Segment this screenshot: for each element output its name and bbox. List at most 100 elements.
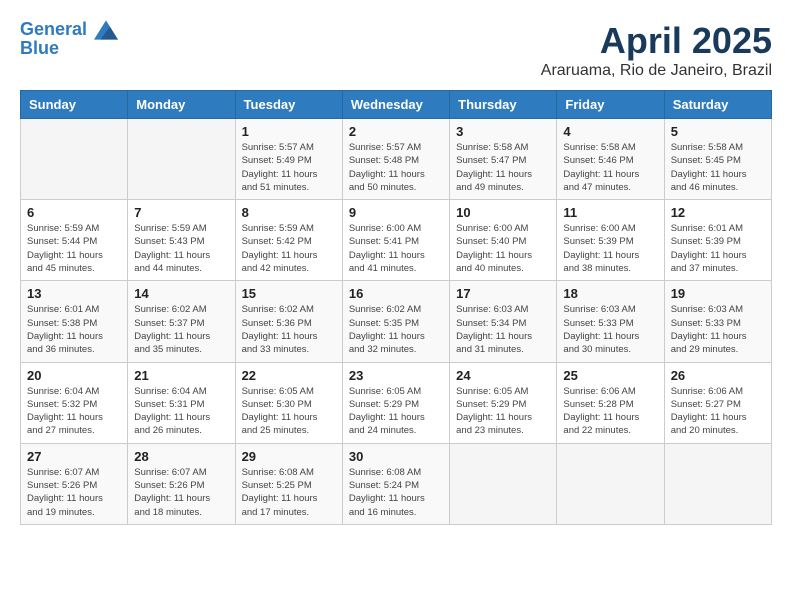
day-info: Sunrise: 6:04 AM Sunset: 5:32 PM Dayligh… — [27, 385, 121, 438]
calendar-cell: 16 Sunrise: 6:02 AM Sunset: 5:35 PM Dayli… — [342, 281, 449, 362]
day-info: Sunrise: 6:05 AM Sunset: 5:29 PM Dayligh… — [349, 385, 443, 438]
day-info: Sunrise: 5:59 AM Sunset: 5:42 PM Dayligh… — [242, 222, 336, 275]
calendar-cell: 13Sunrise: 6:01 AM Sunset: 5:38 PM Dayli… — [21, 281, 128, 362]
weekday-header-sunday: Sunday — [21, 91, 128, 119]
day-info: Sunrise: 6:03 AM Sunset: 5:33 PM Dayligh… — [671, 303, 765, 356]
calendar-cell: 14 Sunrise: 6:02 AM Sunset: 5:37 PM Dayli… — [128, 281, 235, 362]
day-number: 15 — [242, 286, 336, 301]
calendar-cell: 12 Sunrise: 6:01 AM Sunset: 5:39 PM Dayli… — [664, 200, 771, 281]
calendar-cell: 28 Sunrise: 6:07 AM Sunset: 5:26 PM Dayli… — [128, 443, 235, 524]
day-info: Sunrise: 6:05 AM Sunset: 5:30 PM Dayligh… — [242, 385, 336, 438]
day-info: Sunrise: 5:58 AM Sunset: 5:45 PM Dayligh… — [671, 141, 765, 194]
day-info: Sunrise: 5:59 AM Sunset: 5:43 PM Dayligh… — [134, 222, 228, 275]
calendar-cell: 2Sunrise: 5:57 AM Sunset: 5:48 PM Daylig… — [342, 119, 449, 200]
day-number: 1 — [242, 124, 336, 139]
weekday-header-saturday: Saturday — [664, 91, 771, 119]
day-number: 17 — [456, 286, 550, 301]
day-info: Sunrise: 6:01 AM Sunset: 5:38 PM Dayligh… — [27, 303, 121, 356]
calendar-cell: 1Sunrise: 5:57 AM Sunset: 5:49 PM Daylig… — [235, 119, 342, 200]
day-info: Sunrise: 6:03 AM Sunset: 5:34 PM Dayligh… — [456, 303, 550, 356]
title-area: April 2025 Araruama, Rio de Janeiro, Bra… — [541, 20, 772, 80]
day-number: 22 — [242, 368, 336, 383]
day-info: Sunrise: 6:07 AM Sunset: 5:26 PM Dayligh… — [134, 466, 228, 519]
day-info: Sunrise: 6:08 AM Sunset: 5:24 PM Dayligh… — [349, 466, 443, 519]
day-number: 27 — [27, 449, 121, 464]
weekday-header-friday: Friday — [557, 91, 664, 119]
calendar-cell: 20 Sunrise: 6:04 AM Sunset: 5:32 PM Dayli… — [21, 362, 128, 443]
day-number: 11 — [563, 205, 657, 220]
calendar-cell: 30Sunrise: 6:08 AM Sunset: 5:24 PM Dayli… — [342, 443, 449, 524]
calendar-header-row: SundayMondayTuesdayWednesdayThursdayFrid… — [21, 91, 772, 119]
calendar-cell — [128, 119, 235, 200]
calendar-cell — [21, 119, 128, 200]
day-number: 4 — [563, 124, 657, 139]
weekday-header-monday: Monday — [128, 91, 235, 119]
logo: General Blue — [20, 20, 118, 59]
calendar-cell: 3 Sunrise: 5:58 AM Sunset: 5:47 PM Daylig… — [450, 119, 557, 200]
day-info: Sunrise: 6:03 AM Sunset: 5:33 PM Dayligh… — [563, 303, 657, 356]
calendar-week-5: 27 Sunrise: 6:07 AM Sunset: 5:26 PM Dayli… — [21, 443, 772, 524]
day-info: Sunrise: 6:07 AM Sunset: 5:26 PM Dayligh… — [27, 466, 121, 519]
day-info: Sunrise: 6:02 AM Sunset: 5:36 PM Dayligh… — [242, 303, 336, 356]
calendar-cell: 19 Sunrise: 6:03 AM Sunset: 5:33 PM Dayli… — [664, 281, 771, 362]
weekday-header-wednesday: Wednesday — [342, 91, 449, 119]
calendar-cell: 8Sunrise: 5:59 AM Sunset: 5:42 PM Daylig… — [235, 200, 342, 281]
day-info: Sunrise: 6:02 AM Sunset: 5:35 PM Dayligh… — [349, 303, 443, 356]
calendar-cell: 11 Sunrise: 6:00 AM Sunset: 5:39 PM Dayli… — [557, 200, 664, 281]
calendar-cell: 17 Sunrise: 6:03 AM Sunset: 5:34 PM Dayli… — [450, 281, 557, 362]
day-number: 3 — [456, 124, 550, 139]
day-number: 16 — [349, 286, 443, 301]
calendar-cell: 7 Sunrise: 5:59 AM Sunset: 5:43 PM Daylig… — [128, 200, 235, 281]
calendar-cell: 29Sunrise: 6:08 AM Sunset: 5:25 PM Dayli… — [235, 443, 342, 524]
weekday-header-thursday: Thursday — [450, 91, 557, 119]
day-number: 24 — [456, 368, 550, 383]
calendar-cell: 24 Sunrise: 6:05 AM Sunset: 5:29 PM Dayli… — [450, 362, 557, 443]
day-number: 7 — [134, 205, 228, 220]
calendar-week-4: 20 Sunrise: 6:04 AM Sunset: 5:32 PM Dayli… — [21, 362, 772, 443]
calendar-cell: 6 Sunrise: 5:59 AM Sunset: 5:44 PM Daylig… — [21, 200, 128, 281]
month-title: April 2025 — [541, 20, 772, 62]
day-info: Sunrise: 6:06 AM Sunset: 5:28 PM Dayligh… — [563, 385, 657, 438]
day-number: 14 — [134, 286, 228, 301]
day-number: 18 — [563, 286, 657, 301]
calendar-cell: 15 Sunrise: 6:02 AM Sunset: 5:36 PM Dayli… — [235, 281, 342, 362]
calendar-cell: 9Sunrise: 6:00 AM Sunset: 5:41 PM Daylig… — [342, 200, 449, 281]
day-info: Sunrise: 6:04 AM Sunset: 5:31 PM Dayligh… — [134, 385, 228, 438]
calendar-cell — [450, 443, 557, 524]
day-info: Sunrise: 6:05 AM Sunset: 5:29 PM Dayligh… — [456, 385, 550, 438]
day-number: 25 — [563, 368, 657, 383]
calendar-week-2: 6 Sunrise: 5:59 AM Sunset: 5:44 PM Daylig… — [21, 200, 772, 281]
calendar-cell: 22 Sunrise: 6:05 AM Sunset: 5:30 PM Dayli… — [235, 362, 342, 443]
day-info: Sunrise: 6:06 AM Sunset: 5:27 PM Dayligh… — [671, 385, 765, 438]
day-info: Sunrise: 5:58 AM Sunset: 5:46 PM Dayligh… — [563, 141, 657, 194]
day-number: 20 — [27, 368, 121, 383]
day-number: 28 — [134, 449, 228, 464]
calendar-cell: 21 Sunrise: 6:04 AM Sunset: 5:31 PM Dayli… — [128, 362, 235, 443]
day-number: 5 — [671, 124, 765, 139]
day-number: 26 — [671, 368, 765, 383]
calendar-cell: 4 Sunrise: 5:58 AM Sunset: 5:46 PM Daylig… — [557, 119, 664, 200]
logo-icon — [94, 20, 118, 40]
logo-blue: Blue — [20, 38, 118, 59]
day-info: Sunrise: 6:02 AM Sunset: 5:37 PM Dayligh… — [134, 303, 228, 356]
day-info: Sunrise: 5:58 AM Sunset: 5:47 PM Dayligh… — [456, 141, 550, 194]
calendar-table: SundayMondayTuesdayWednesdayThursdayFrid… — [20, 90, 772, 525]
day-info: Sunrise: 6:00 AM Sunset: 5:39 PM Dayligh… — [563, 222, 657, 275]
calendar-week-1: 1Sunrise: 5:57 AM Sunset: 5:49 PM Daylig… — [21, 119, 772, 200]
day-info: Sunrise: 5:59 AM Sunset: 5:44 PM Dayligh… — [27, 222, 121, 275]
day-number: 6 — [27, 205, 121, 220]
day-info: Sunrise: 5:57 AM Sunset: 5:48 PM Dayligh… — [349, 141, 443, 194]
day-number: 19 — [671, 286, 765, 301]
logo-text: General — [20, 20, 118, 40]
day-info: Sunrise: 6:00 AM Sunset: 5:40 PM Dayligh… — [456, 222, 550, 275]
calendar-week-3: 13Sunrise: 6:01 AM Sunset: 5:38 PM Dayli… — [21, 281, 772, 362]
day-number: 21 — [134, 368, 228, 383]
day-info: Sunrise: 6:00 AM Sunset: 5:41 PM Dayligh… — [349, 222, 443, 275]
weekday-header-tuesday: Tuesday — [235, 91, 342, 119]
day-number: 12 — [671, 205, 765, 220]
day-info: Sunrise: 6:01 AM Sunset: 5:39 PM Dayligh… — [671, 222, 765, 275]
calendar-cell: 5 Sunrise: 5:58 AM Sunset: 5:45 PM Daylig… — [664, 119, 771, 200]
page-header: General Blue April 2025 Araruama, Rio de… — [20, 20, 772, 80]
calendar-cell: 18 Sunrise: 6:03 AM Sunset: 5:33 PM Dayli… — [557, 281, 664, 362]
calendar-cell: 25 Sunrise: 6:06 AM Sunset: 5:28 PM Dayli… — [557, 362, 664, 443]
